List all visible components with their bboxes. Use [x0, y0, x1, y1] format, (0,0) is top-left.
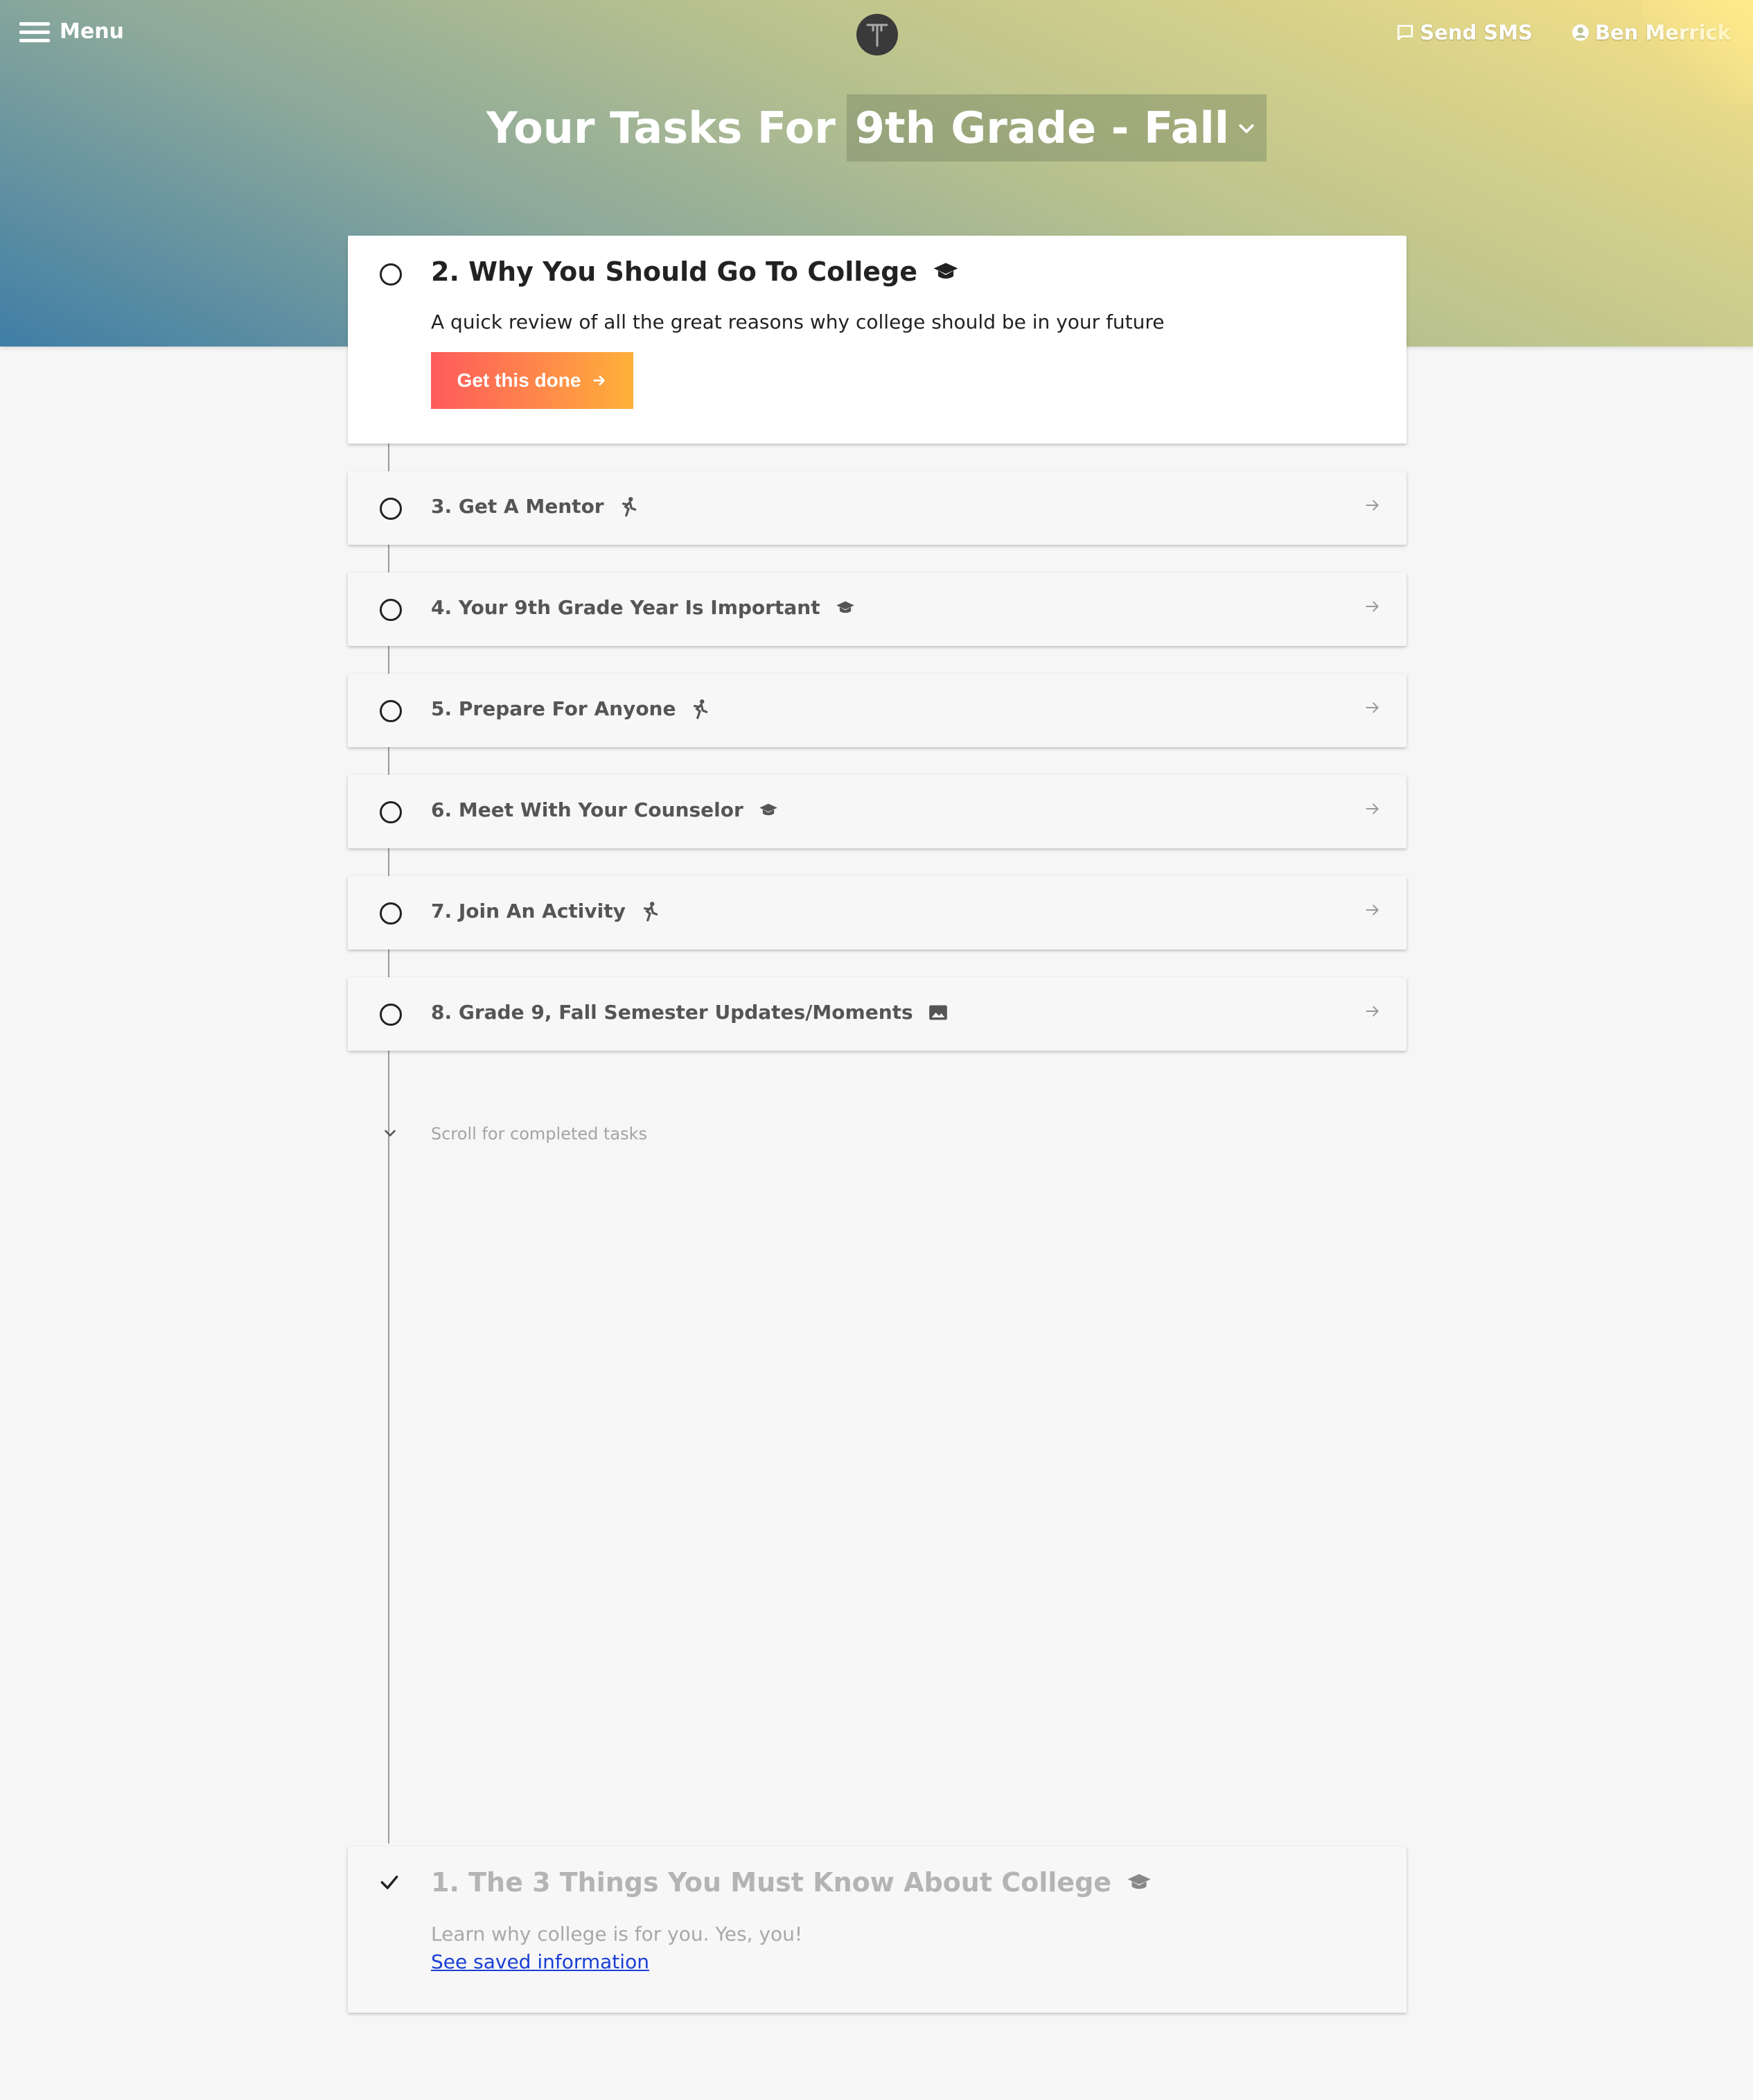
task-complete-radio[interactable]: [380, 902, 402, 925]
scroll-hint-text: Scroll for completed tasks: [431, 1124, 648, 1144]
completed-task-description: Learn why college is for you. Yes, you!: [431, 1923, 803, 1945]
send-sms-button[interactable]: Send SMS: [1396, 21, 1533, 44]
checkmark-icon[interactable]: [378, 1871, 400, 1893]
page-title-prefix: Your Tasks For: [486, 103, 836, 153]
menu-button[interactable]: Menu: [19, 19, 124, 44]
period-select[interactable]: 9th Grade - Fall: [846, 94, 1267, 161]
task-complete-radio[interactable]: [380, 599, 402, 621]
arrow-right-icon: [593, 376, 606, 385]
task-title-text: 6. Meet With Your Counselor: [431, 798, 743, 821]
task-title: 5. Prepare For Anyone: [431, 697, 709, 720]
completed-task-title-text: 1. The 3 Things You Must Know About Coll…: [431, 1867, 1112, 1898]
task-row[interactable]: 4. Your 9th Grade Year Is Important: [348, 572, 1407, 646]
period-select-value: 9th Grade - Fall: [854, 103, 1230, 153]
running-person-icon: [622, 496, 636, 516]
user-circle-icon: [1572, 24, 1589, 41]
user-name: Ben Merrick: [1594, 21, 1731, 44]
user-profile-button[interactable]: Ben Merrick: [1571, 21, 1731, 44]
chevron-down-icon: [385, 1130, 396, 1137]
active-task-description: A quick review of all the great reasons …: [431, 310, 1165, 333]
task-title: 7. Join An Activity: [431, 900, 659, 922]
task-complete-radio[interactable]: [380, 700, 402, 722]
image-icon: [928, 1005, 947, 1020]
logo-mark-icon: [866, 24, 888, 47]
arrow-right-icon: [1366, 1006, 1379, 1017]
app-logo[interactable]: [856, 14, 898, 55]
hamburger-icon: [19, 21, 50, 43]
active-task-title: 2. Why You Should Go To College: [431, 256, 959, 287]
arrow-right-icon: [1366, 601, 1379, 612]
arrow-right-icon: [1366, 803, 1379, 814]
page-title: Your Tasks For 9th Grade - Fall: [0, 94, 1753, 161]
task-complete-radio[interactable]: [380, 801, 402, 823]
task-title: 4. Your 9th Grade Year Is Important: [431, 596, 855, 619]
task-complete-radio[interactable]: [380, 498, 402, 520]
graduation-cap-icon: [836, 601, 854, 613]
message-icon: [1398, 24, 1413, 41]
completed-task-title: 1. The 3 Things You Must Know About Coll…: [431, 1867, 1152, 1898]
active-task-title-text: 2. Why You Should Go To College: [431, 256, 918, 287]
task-title: 8. Grade 9, Fall Semester Updates/Moment…: [431, 1001, 948, 1024]
graduation-cap-icon: [933, 263, 958, 279]
task-row[interactable]: 5. Prepare For Anyone: [348, 674, 1407, 747]
get-this-done-label: Get this done: [457, 369, 581, 391]
arrow-right-icon: [1366, 702, 1379, 713]
task-title-text: 4. Your 9th Grade Year Is Important: [431, 596, 820, 619]
graduation-cap-icon: [1127, 1874, 1151, 1889]
task-title: 3. Get A Mentor: [431, 495, 637, 518]
task-title: 6. Meet With Your Counselor: [431, 798, 778, 821]
scroll-hint[interactable]: Scroll for completed tasks: [348, 1120, 902, 1148]
send-sms-label: Send SMS: [1420, 21, 1533, 44]
see-saved-information-link[interactable]: See saved information: [431, 1950, 649, 1973]
task-title-text: 3. Get A Mentor: [431, 495, 604, 518]
completed-task-card: 1. The 3 Things You Must Know About Coll…: [348, 1846, 1407, 2013]
active-task-card: 2. Why You Should Go To College A quick …: [348, 236, 1407, 444]
task-title-text: 7. Join An Activity: [431, 900, 626, 922]
menu-label: Menu: [60, 19, 124, 44]
task-title-text: 5. Prepare For Anyone: [431, 697, 676, 720]
task-complete-radio[interactable]: [380, 1004, 402, 1026]
task-complete-radio[interactable]: [380, 263, 402, 286]
arrow-right-icon: [1366, 500, 1379, 511]
task-title-text: 8. Grade 9, Fall Semester Updates/Moment…: [431, 1001, 913, 1024]
top-bar: Menu Send SMS Ben Merrick: [0, 0, 1753, 69]
running-person-icon: [694, 699, 708, 719]
task-row[interactable]: 3. Get A Mentor: [348, 471, 1407, 545]
task-row[interactable]: 6. Meet With Your Counselor: [348, 775, 1407, 848]
running-person-icon: [643, 901, 658, 921]
header-actions: Send SMS Ben Merrick: [1396, 21, 1731, 44]
task-row[interactable]: 7. Join An Activity: [348, 876, 1407, 950]
chevron-down-icon: [1239, 123, 1254, 134]
get-this-done-button[interactable]: Get this done: [431, 352, 633, 409]
task-row[interactable]: 8. Grade 9, Fall Semester Updates/Moment…: [348, 977, 1407, 1051]
arrow-right-icon: [1366, 904, 1379, 916]
graduation-cap-icon: [759, 803, 777, 815]
